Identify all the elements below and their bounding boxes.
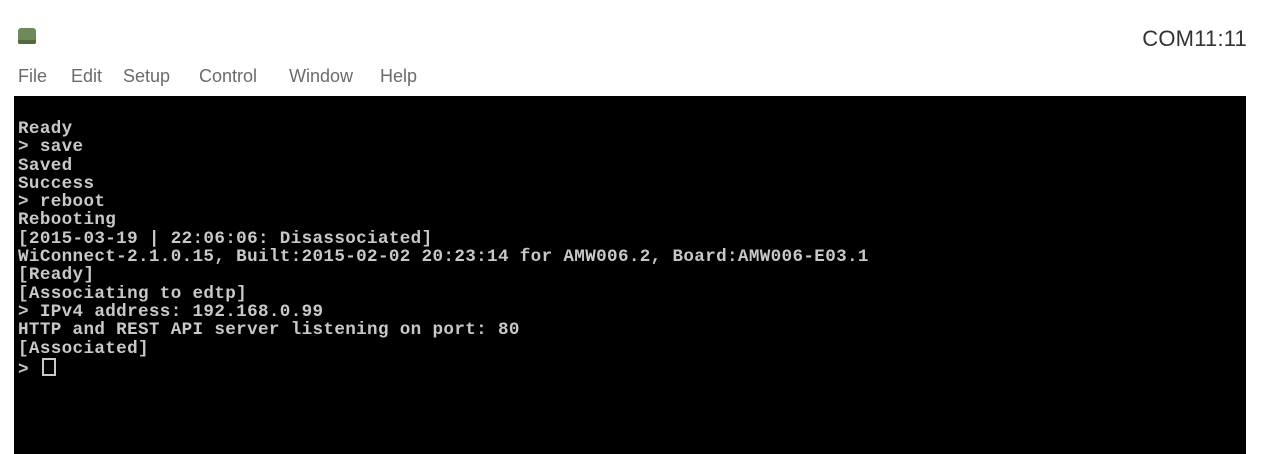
menu-setup[interactable]: Setup: [123, 66, 170, 87]
terminal-window: COM11:11 File Edit Setup Control Window …: [0, 0, 1261, 454]
menu-help[interactable]: Help: [380, 66, 417, 87]
menu-bar: File Edit Setup Control Window Help: [0, 62, 1261, 94]
terminal-line: Rebooting: [18, 210, 117, 231]
text-cursor: [41, 357, 56, 376]
terminal-line: > IPv4 address: 192.168.0.99: [18, 301, 324, 322]
terminal-line: Saved: [18, 155, 73, 176]
window-title: COM11:11: [1142, 26, 1247, 51]
terminal-lines: Ready > save Saved Success > reboot Rebo…: [18, 119, 869, 379]
prompt-text: >: [18, 359, 40, 380]
terminal-line: > reboot: [18, 192, 106, 213]
terminal-line: Ready: [18, 119, 73, 139]
menu-edit[interactable]: Edit: [71, 66, 102, 87]
terminal-line: [Ready]: [18, 265, 95, 286]
terminal-output-area[interactable]: Ready > save Saved Success > reboot Rebo…: [14, 96, 1246, 454]
terminal-line: [Associating to edtp]: [18, 283, 248, 304]
menu-window[interactable]: Window: [289, 66, 353, 87]
app-icon[interactable]: [18, 28, 36, 44]
terminal-prompt-line[interactable]: >: [18, 357, 869, 379]
terminal-line: HTTP and REST API server listening on po…: [18, 320, 520, 341]
menu-file[interactable]: File: [18, 66, 47, 87]
terminal-line: [2015-03-19 | 22:06:06: Disassociated]: [18, 228, 433, 249]
menu-control[interactable]: Control: [199, 66, 257, 87]
terminal-line: [Associated]: [18, 338, 149, 359]
terminal-line: Success: [18, 173, 95, 194]
terminal-line: > save: [18, 137, 84, 158]
terminal-line: WiConnect-2.1.0.15, Built:2015-02-02 20:…: [18, 247, 869, 268]
title-bar[interactable]: COM11:11: [0, 0, 1261, 62]
